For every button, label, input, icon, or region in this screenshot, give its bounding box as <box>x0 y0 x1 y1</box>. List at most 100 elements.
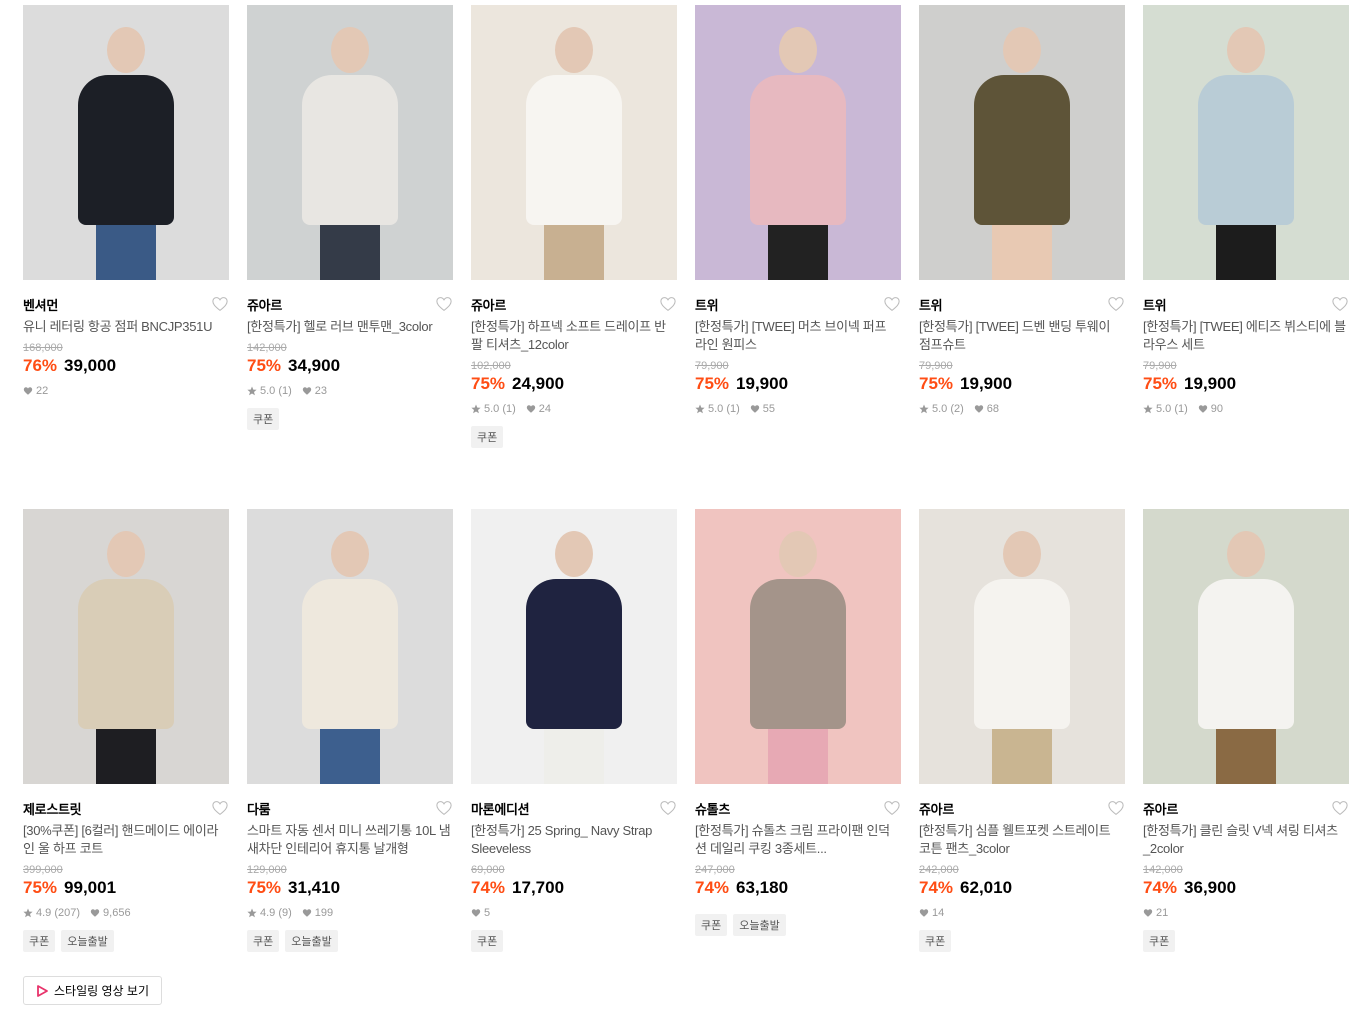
like-value: 199 <box>314 907 334 919</box>
like-count: 5 <box>471 907 490 919</box>
like-value: 5 <box>484 907 491 919</box>
heart-icon[interactable] <box>1331 799 1349 817</box>
play-icon <box>37 984 48 997</box>
product-name[interactable]: [한정특가] 25 Spring_ Navy Strap Sleeveless <box>471 822 677 858</box>
like-value: 9,656 <box>103 907 131 919</box>
like-value: 22 <box>36 385 49 397</box>
heart-icon[interactable] <box>435 295 453 313</box>
star-icon <box>247 908 257 918</box>
product-image[interactable] <box>23 509 229 784</box>
product-card[interactable]: 제로스트릿 [30%쿠폰] [6컬러] 핸드메이드 에이라인 울 하프 코트 399… <box>23 509 229 1013</box>
product-image[interactable] <box>695 5 901 280</box>
sale-price: 62,010 <box>960 878 1013 897</box>
heart-icon[interactable] <box>883 799 901 817</box>
brand-name[interactable]: 벤셔먼 <box>23 295 58 314</box>
brand-name[interactable]: 트위 <box>1143 295 1167 314</box>
product-image[interactable] <box>919 509 1125 784</box>
brand-name[interactable]: 쥬아르 <box>247 295 282 314</box>
product-image[interactable] <box>471 509 677 784</box>
heart-icon[interactable] <box>211 799 229 817</box>
product-tag: 쿠폰 <box>695 914 728 936</box>
product-tag: 쿠폰 <box>247 930 280 952</box>
product-card[interactable]: 쥬아르 [한정특가] 클린 슬릿 V넥 셔링 티셔츠_2color 142,000 7… <box>1143 509 1349 1013</box>
product-image[interactable] <box>247 509 453 784</box>
brand-name[interactable]: 쥬아르 <box>1143 799 1178 818</box>
original-price: 399,000 <box>23 864 63 876</box>
heart-icon[interactable] <box>883 295 901 313</box>
discount-rate: 75% <box>919 374 954 393</box>
product-name[interactable]: [한정특가] [TWEE] 드벤 밴딩 투웨이 점프슈트 <box>919 318 1125 354</box>
product-tag: 쿠폰 <box>471 426 504 448</box>
product-image[interactable] <box>247 5 453 280</box>
original-price: 79,900 <box>919 360 953 372</box>
product-card[interactable]: 쥬아르 [한정특가] 하프넥 소프트 드레이프 반팔 티셔츠_12color 102… <box>471 5 677 509</box>
product-name[interactable]: [한정특가] [TWEE] 머츠 브이넥 퍼프 라인 원피스 <box>695 318 901 354</box>
like-count: 55 <box>750 403 775 415</box>
discount-rate: 75% <box>247 878 282 897</box>
product-name[interactable]: [한정특가] 클린 슬릿 V넥 셔링 티셔츠_2color <box>1143 822 1349 858</box>
product-card[interactable]: 트위 [한정특가] [TWEE] 머츠 브이넥 퍼프 라인 원피스 79,900 75… <box>695 5 901 509</box>
product-card[interactable]: 벤셔먼 유니 레터링 항공 점퍼 BNCJP351U 168,000 76% 39,00… <box>23 5 229 509</box>
product-card[interactable]: 마론에디션 [한정특가] 25 Spring_ Navy Strap Sleeve… <box>471 509 677 1013</box>
sale-price: 99,001 <box>64 878 117 897</box>
product-card[interactable]: 쥬아르 [한정특가] 심플 웰트포켓 스트레이트 코튼 팬츠_3color 242,… <box>919 509 1125 1013</box>
product-tag: 쿠폰 <box>471 930 504 952</box>
brand-name[interactable]: 마론에디션 <box>471 799 530 818</box>
brand-name[interactable]: 제로스트릿 <box>23 799 82 818</box>
like-value: 23 <box>314 385 328 397</box>
star-icon <box>695 404 705 414</box>
product-grid: 벤셔먼 유니 레터링 항공 점퍼 BNCJP351U 168,000 76% 39,00… <box>23 5 1349 1013</box>
product-image[interactable] <box>919 5 1125 280</box>
like-heart-icon <box>1143 908 1153 918</box>
brand-name[interactable]: 트위 <box>695 295 719 314</box>
product-image[interactable] <box>471 5 677 280</box>
heart-icon[interactable] <box>659 295 677 313</box>
product-tag: 오늘출발 <box>285 930 338 952</box>
like-count: 199 <box>302 907 333 919</box>
heart-icon[interactable] <box>659 799 677 817</box>
styling-video-button[interactable]: 스타일링 영상 보기 <box>23 976 162 1005</box>
product-card[interactable]: 트위 [한정특가] [TWEE] 드벤 밴딩 투웨이 점프슈트 79,900 75% 1… <box>919 5 1125 509</box>
like-count: 9,656 <box>90 907 131 919</box>
brand-name[interactable]: 트위 <box>919 295 943 314</box>
sale-price: 24,900 <box>512 374 565 393</box>
product-card[interactable]: 쥬아르 [한정특가] 헬로 러브 맨투맨_3color 142,000 75% 34,9… <box>247 5 453 509</box>
brand-name[interactable]: 쥬아르 <box>919 799 954 818</box>
product-name[interactable]: 유니 레터링 항공 점퍼 BNCJP351U <box>23 318 229 336</box>
heart-icon[interactable] <box>1107 799 1125 817</box>
product-image[interactable] <box>1143 509 1349 784</box>
brand-name[interactable]: 슈톨츠 <box>695 799 730 818</box>
star-icon <box>1143 404 1153 414</box>
product-name[interactable]: [한정특가] 헬로 러브 맨투맨_3color <box>247 318 453 336</box>
star-icon <box>919 404 929 414</box>
product-name[interactable]: [한정특가] 심플 웰트포켓 스트레이트 코튼 팬츠_3color <box>919 822 1125 858</box>
rating-value: 5.0 (1) <box>1156 403 1188 415</box>
product-image[interactable] <box>23 5 229 280</box>
product-name[interactable]: [30%쿠폰] [6컬러] 핸드메이드 에이라인 울 하프 코트 <box>23 822 229 858</box>
like-count: 68 <box>974 403 999 415</box>
like-heart-icon <box>974 404 984 414</box>
product-tag: 쿠폰 <box>1143 930 1176 952</box>
product-card[interactable]: 슈톨츠 [한정특가] 슈톨츠 크림 프라이팬 인덕션 데일리 쿠킹 3종세트...… <box>695 509 901 1013</box>
product-card[interactable]: 다룸스마트 자동 센서 미니 쓰레기통 10L 냄새차단 인테리어 휴지통 날개… <box>247 509 453 1013</box>
product-name[interactable]: [한정특가] [TWEE] 에티즈 뷔스티에 블라우스 세트 <box>1143 318 1349 354</box>
product-name[interactable]: 스마트 자동 센서 미니 쓰레기통 10L 냄새차단 인테리어 휴지통 날개형 <box>247 822 453 858</box>
brand-name[interactable]: 다룸 <box>247 799 271 818</box>
product-image[interactable] <box>695 509 901 784</box>
like-heart-icon <box>302 386 312 396</box>
product-tag: 쿠폰 <box>247 408 280 430</box>
product-card[interactable]: 트위 [한정특가] [TWEE] 에티즈 뷔스티에 블라우스 세트 79,900 75… <box>1143 5 1349 509</box>
sale-price: 19,900 <box>960 374 1013 393</box>
sale-price: 19,900 <box>736 374 789 393</box>
product-name[interactable]: [한정특가] 하프넥 소프트 드레이프 반팔 티셔츠_12color <box>471 318 677 354</box>
heart-icon[interactable] <box>1107 295 1125 313</box>
discount-rate: 75% <box>471 374 506 393</box>
product-image[interactable] <box>1143 5 1349 280</box>
heart-icon[interactable] <box>435 799 453 817</box>
rating: 4.9 (207) <box>23 907 80 919</box>
heart-icon[interactable] <box>211 295 229 313</box>
heart-icon[interactable] <box>1331 295 1349 313</box>
product-name[interactable]: [한정특가] 슈톨츠 크림 프라이팬 인덕션 데일리 쿠킹 3종세트... <box>695 822 901 858</box>
rating-value: 5.0 (2) <box>932 403 964 415</box>
brand-name[interactable]: 쥬아르 <box>471 295 506 314</box>
